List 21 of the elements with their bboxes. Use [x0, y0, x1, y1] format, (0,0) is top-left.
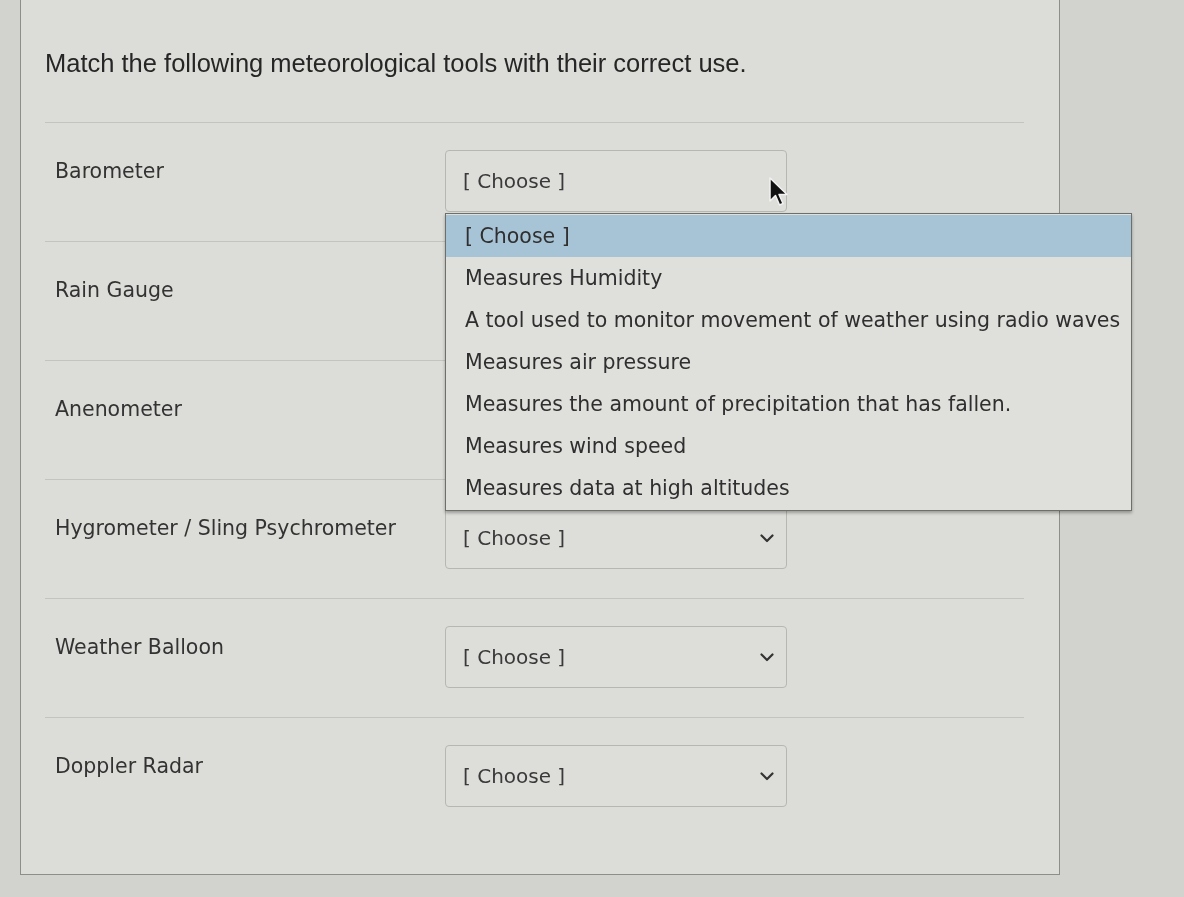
tool-label: Weather Balloon [54, 634, 225, 659]
chevron-down-icon [760, 652, 774, 662]
chevron-down-icon [760, 533, 774, 543]
dropdown-option[interactable]: A tool used to monitor movement of weather using radio waves [446, 299, 1131, 341]
answer-dropdown[interactable]: [ Choose ] [445, 626, 787, 688]
dropdown-option[interactable]: Measures the amount of precipitation that has fallen. [446, 383, 1131, 425]
dropdown-option[interactable]: Measures wind speed [446, 425, 1131, 467]
tool-label: Anenometer [54, 396, 183, 421]
tool-label: Doppler Radar [54, 753, 204, 778]
chevron-down-icon [760, 771, 774, 781]
dropdown-option[interactable]: [ Choose ] [446, 215, 1131, 257]
dropdown-option[interactable]: Measures Humidity [446, 257, 1131, 299]
question-text: Match the following meteorological tools with their correct use. [45, 49, 748, 78]
dropdown-option[interactable]: Measures data at high altitudes [446, 467, 1131, 509]
tool-label: Rain Gauge [54, 277, 175, 302]
answer-dropdown[interactable]: [ Choose ] [445, 745, 787, 807]
dropdown-option[interactable]: Measures air pressure [446, 341, 1131, 383]
tool-label: Barometer [54, 158, 165, 183]
answer-dropdown[interactable]: [ Choose ] [445, 150, 787, 212]
tool-label: Hygrometer / Sling Psychrometer [54, 515, 397, 540]
mouse-pointer-icon [768, 176, 790, 208]
